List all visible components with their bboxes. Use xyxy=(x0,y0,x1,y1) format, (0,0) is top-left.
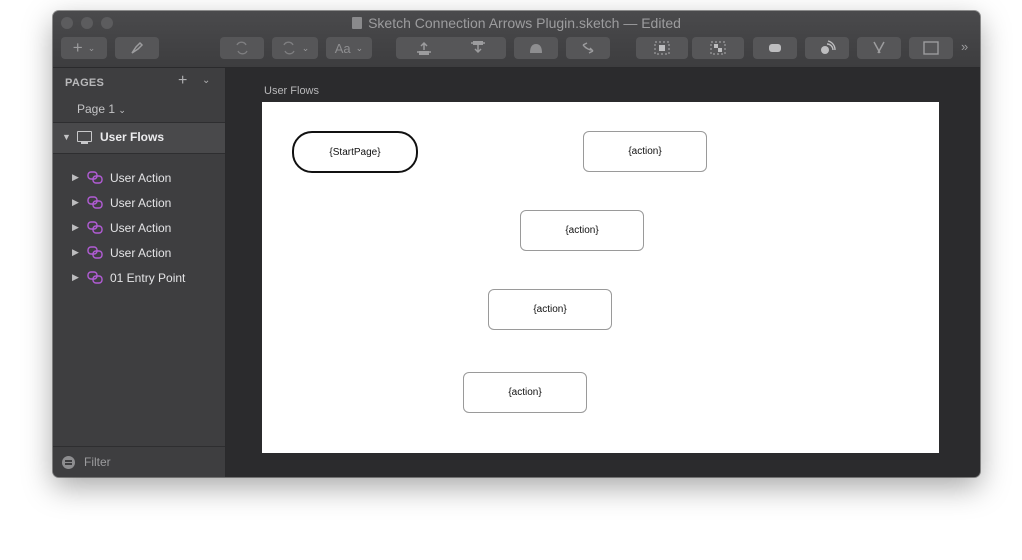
flow-node-action[interactable]: {action} xyxy=(583,131,707,172)
layer-item[interactable]: ▶ User Action xyxy=(53,166,225,191)
group-icon xyxy=(654,41,670,55)
symbol-instance-icon xyxy=(87,196,103,209)
arrange-button-group xyxy=(396,37,506,59)
create-symbol-button[interactable] xyxy=(753,37,797,59)
rotate-button[interactable] xyxy=(220,37,264,59)
symbol-instance-icon xyxy=(87,271,103,284)
mask-icon xyxy=(530,44,542,53)
layers-stack-icon xyxy=(821,40,836,54)
layer-item[interactable]: ▶ User Action xyxy=(53,191,225,216)
flip-icon xyxy=(283,41,295,55)
rotate-icon xyxy=(236,41,248,55)
pages-header: PAGES xyxy=(65,77,105,89)
disclosure-triangle-icon[interactable]: ▶ xyxy=(72,197,79,208)
arrows-cycle-icon xyxy=(582,42,594,54)
window-title: Sketch Connection Arrows Plugin.sketch —… xyxy=(53,15,980,31)
overflow-chevron-icon[interactable]: » xyxy=(961,39,968,54)
symbol-icon xyxy=(769,44,781,52)
page-selector[interactable]: Page 1 ⌄ xyxy=(77,102,126,116)
flow-node-start[interactable]: {StartPage} xyxy=(292,131,418,173)
document-icon xyxy=(352,17,363,29)
sidebar-item-user-flows[interactable]: ▼ User Flows xyxy=(53,122,225,154)
layer-item[interactable]: ▶ User Action xyxy=(53,216,225,241)
add-page-icon[interactable]: + xyxy=(178,72,187,90)
filter-field[interactable]: Filter xyxy=(84,455,111,469)
pen-tool-button[interactable] xyxy=(115,37,159,59)
insert-button[interactable]: + ⌄ xyxy=(61,37,107,59)
canvas[interactable]: User Flows {StartPage} {action} {action}… xyxy=(226,68,980,477)
symbol-instance-icon xyxy=(87,221,103,234)
disclosure-triangle-icon[interactable]: ▶ xyxy=(72,172,79,183)
layers-sidebar: PAGES + ⌄ Page 1 ⌄ ▼ User Flows ▶ User A… xyxy=(53,68,226,477)
disclosure-triangle-icon[interactable]: ▶ xyxy=(72,222,79,233)
filter-icon[interactable] xyxy=(62,456,75,469)
align-bottom-icon[interactable] xyxy=(451,40,505,56)
flow-node-action[interactable]: {action} xyxy=(463,372,587,413)
ungroup-icon xyxy=(710,41,726,55)
artboard-icon xyxy=(77,131,92,144)
filter-bar[interactable]: Filter xyxy=(53,446,225,477)
pen-icon xyxy=(131,41,144,54)
symbol-instance-icon xyxy=(87,171,103,184)
scissors-button[interactable] xyxy=(857,37,901,59)
flow-node-action[interactable]: {action} xyxy=(520,210,644,251)
collapse-pages-chevron-icon[interactable]: ⌄ xyxy=(202,75,210,86)
scissors-icon xyxy=(873,41,885,54)
ungroup-button[interactable] xyxy=(692,37,744,59)
chevron-down-icon: ⌄ xyxy=(355,42,364,53)
disclosure-triangle-icon[interactable]: ▼ xyxy=(62,132,71,142)
chevron-down-icon: ⌄ xyxy=(87,42,96,53)
layer-item[interactable]: ▶ 01 Entry Point xyxy=(53,266,225,291)
frame-button[interactable] xyxy=(909,37,953,59)
style-button[interactable] xyxy=(805,37,849,59)
flip-button[interactable]: ⌄ xyxy=(272,37,318,59)
group-button[interactable] xyxy=(636,37,688,59)
mask-button[interactable] xyxy=(514,37,558,59)
title-bar: Sketch Connection Arrows Plugin.sketch —… xyxy=(53,11,980,68)
frame-icon xyxy=(923,41,939,55)
text-tool-button[interactable]: Aa ⌄ xyxy=(326,37,372,59)
chevron-down-icon: ⌄ xyxy=(301,42,310,53)
artboard-user-flows[interactable]: {StartPage} {action} {action} {action} {… xyxy=(262,102,939,453)
layer-item[interactable]: ▶ User Action xyxy=(53,241,225,266)
forward-backward-button[interactable] xyxy=(566,37,610,59)
align-top-icon[interactable] xyxy=(397,40,451,56)
symbol-instance-icon xyxy=(87,246,103,259)
app-window: Sketch Connection Arrows Plugin.sketch —… xyxy=(53,11,980,477)
plus-icon: + xyxy=(72,38,83,57)
flow-node-action[interactable]: {action} xyxy=(488,289,612,330)
artboard-title[interactable]: User Flows xyxy=(264,85,319,97)
disclosure-triangle-icon[interactable]: ▶ xyxy=(72,272,79,283)
disclosure-triangle-icon[interactable]: ▶ xyxy=(72,247,79,258)
chevron-down-icon: ⌄ xyxy=(118,105,126,115)
